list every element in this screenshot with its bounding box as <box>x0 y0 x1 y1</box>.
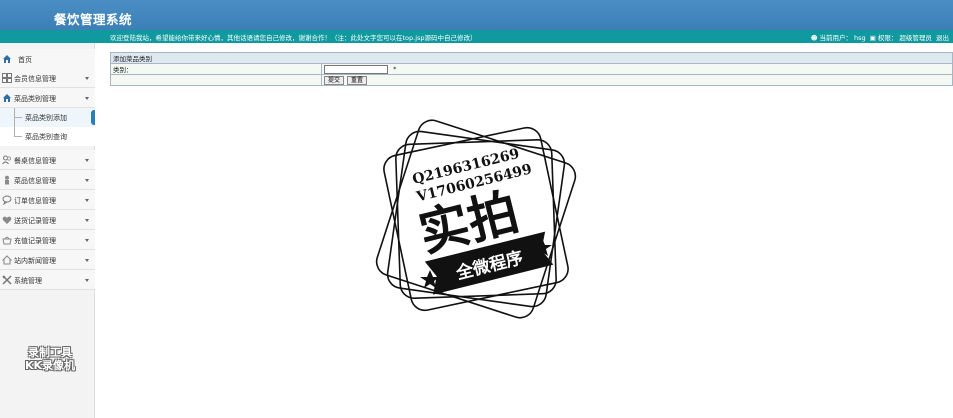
sidebar-subitem-dish-category-add[interactable]: 菜品类别添加 <box>0 108 95 127</box>
basket-icon <box>2 236 12 245</box>
sidebar-item-label: 会员信息管理 <box>14 75 56 83</box>
sidebar-item-label: 菜品信息管理 <box>14 177 56 185</box>
heart-icon <box>2 216 12 224</box>
reset-button[interactable]: 重置 <box>347 75 368 85</box>
chevron-down-icon <box>85 77 89 80</box>
sidebar-subitem-label: 菜品类别添加 <box>25 114 67 122</box>
sidebar-item-label: 送货记录管理 <box>14 217 56 225</box>
chevron-down-icon <box>85 219 89 222</box>
sidebar-item-label: 充值记录管理 <box>14 237 56 245</box>
role-label: 权限： <box>877 34 898 42</box>
category-field-cell: * <box>321 63 953 75</box>
sidebar-item-label: 系统管理 <box>14 277 42 285</box>
chevron-down-icon <box>85 279 89 282</box>
sidebar-item-label: 菜品类别管理 <box>14 95 56 103</box>
sidebar-item-label: 餐桌信息管理 <box>14 157 56 165</box>
active-marker <box>91 110 95 125</box>
chevron-down-icon <box>85 97 89 100</box>
stamp-watermark: Q2196316269 V17060256499 实拍 全微程序 <box>375 119 577 319</box>
home-icon <box>3 94 11 102</box>
app-title: 餐饮管理系统 <box>54 12 133 27</box>
category-label: 类别： <box>110 63 322 75</box>
category-input[interactable] <box>324 64 388 74</box>
user-icon: ☻ <box>810 34 818 42</box>
form-buttons: 提交 重置 <box>321 74 953 86</box>
sidebar-subitem-dish-category-query[interactable]: 菜品类别查询 <box>0 127 95 146</box>
people-icon <box>2 155 12 165</box>
sidebar-item-dishes[interactable]: 菜品信息管理 <box>0 170 95 190</box>
sidebar-item-recharge[interactable]: 充值记录管理 <box>0 230 95 250</box>
sidebar-item-news[interactable]: 站内新闻管理 <box>0 250 95 270</box>
sidebar-item-delivery[interactable]: 送货记录管理 <box>0 210 95 230</box>
chevron-down-icon <box>85 179 89 182</box>
sidebar-subitem-label: 菜品类别查询 <box>25 133 67 141</box>
role-icon: ▣ <box>869 34 876 42</box>
sidebar-item-tables[interactable]: 餐桌信息管理 <box>0 150 95 170</box>
logout-link[interactable]: 退出 <box>936 34 949 42</box>
tools-icon <box>2 275 12 285</box>
current-user-label: 当前用户： <box>819 34 853 42</box>
submit-button[interactable]: 提交 <box>324 75 345 85</box>
sidebar-item-dish-category[interactable]: 菜品类别管理 <box>0 88 95 108</box>
sidebar-item-label: 订单信息管理 <box>14 197 56 205</box>
recorder-watermark: 录制工具 KK录像机 <box>24 346 76 372</box>
sidebar-item-members[interactable]: 会员信息管理 <box>0 68 95 88</box>
house-icon <box>2 255 12 265</box>
sidebar-item-home[interactable]: 首页 <box>0 49 95 69</box>
form-caption: 添加菜品类别 <box>110 52 953 64</box>
sidebar-item-label: 站内新闻管理 <box>14 257 56 265</box>
chevron-down-icon <box>85 199 89 202</box>
info-bar: 欢迎登陆我站，希望能给你带来好心情，其他话语请您自己修改，谢谢合作！（注：此处文… <box>0 30 953 43</box>
app-header: 餐饮管理系统 <box>0 0 953 30</box>
person-icon <box>5 175 9 185</box>
chevron-down-icon <box>85 259 89 262</box>
sidebar-item-label: 首页 <box>18 56 32 64</box>
members-icon <box>2 73 12 83</box>
chat-icon <box>2 195 12 205</box>
chevron-down-icon <box>85 239 89 242</box>
current-user: hsg <box>854 34 866 42</box>
sidebar-item-orders[interactable]: 订单信息管理 <box>0 190 95 210</box>
required-mark: * <box>393 65 397 73</box>
sidebar-item-system[interactable]: 系统管理 <box>0 270 95 290</box>
sidebar: 首页 会员信息管理 菜品类别管理 菜品类别添加 菜品类别查询 餐桌信息管理 菜品… <box>0 43 95 418</box>
empty-cell <box>110 74 322 86</box>
chevron-down-icon <box>85 159 89 162</box>
add-category-form: 添加菜品类别 类别： * 提交 重置 <box>110 52 953 86</box>
user-info: ☻ 当前用户： hsg ▣ 权限： 超级管理员 退出 <box>809 32 949 42</box>
welcome-message: 欢迎登陆我站，希望能给你带来好心情，其他话语请您自己修改，谢谢合作！（注：此处文… <box>110 34 477 42</box>
role-value: 超级管理员 <box>899 34 932 42</box>
home-icon <box>3 55 11 63</box>
